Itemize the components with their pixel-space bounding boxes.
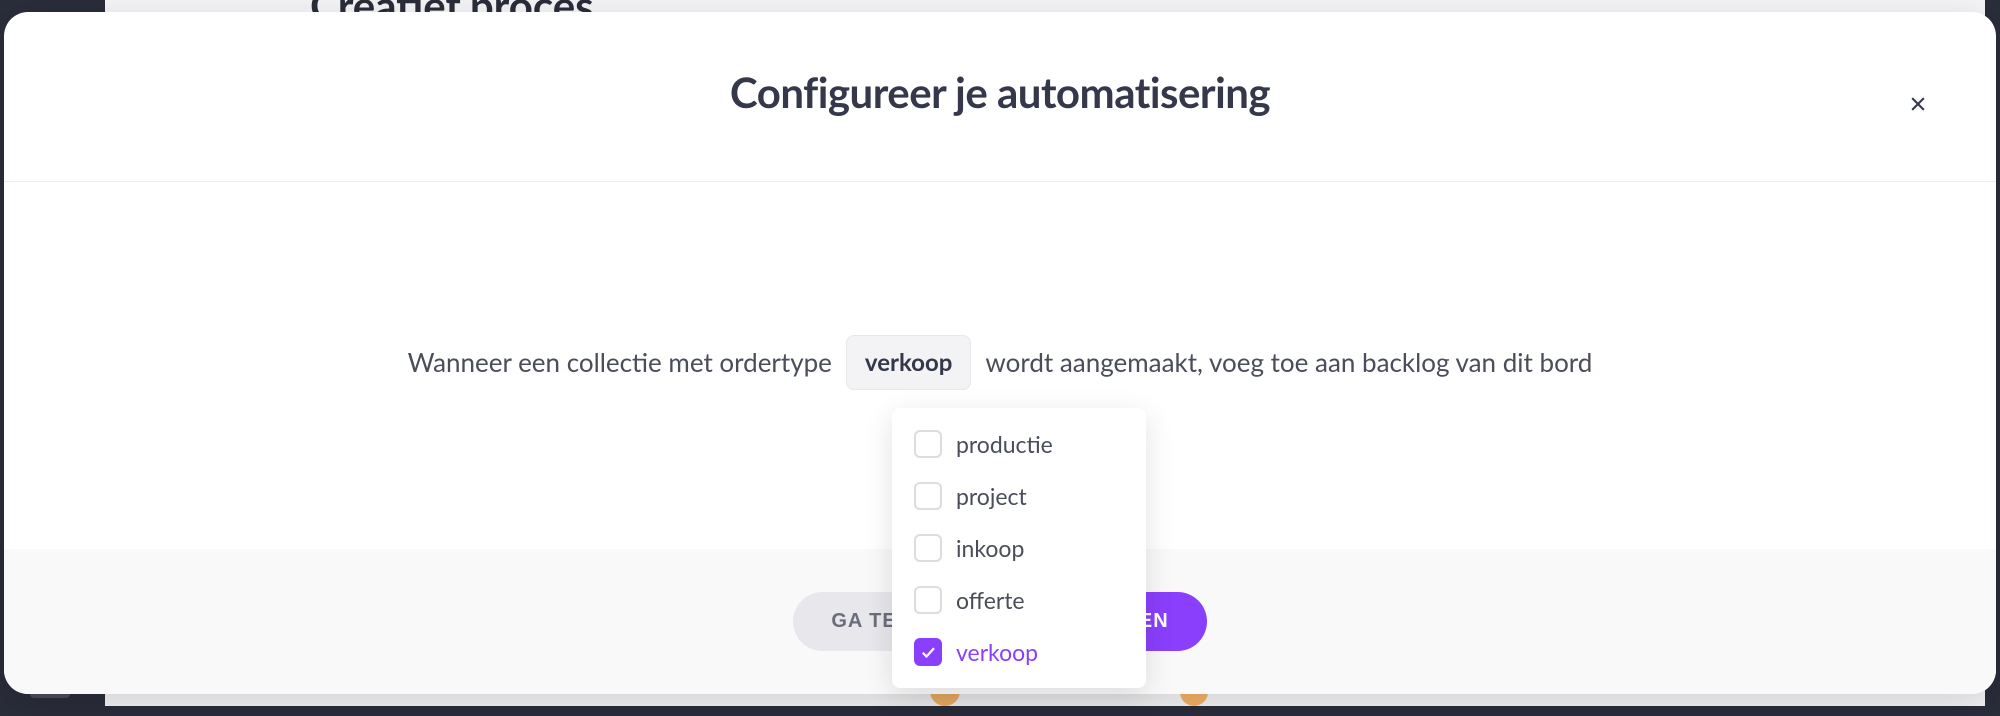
dropdown-option-inkoop[interactable]: inkoop	[892, 522, 1146, 574]
checkbox-unchecked	[914, 430, 942, 458]
option-label: project	[956, 482, 1027, 510]
close-icon	[1908, 94, 1928, 114]
close-button[interactable]	[1902, 88, 1934, 120]
ordertype-dropdown-trigger[interactable]: verkoop	[846, 335, 971, 390]
automation-sentence: Wanneer een collectie met ordertype verk…	[408, 335, 1593, 390]
dropdown-option-project[interactable]: project	[892, 470, 1146, 522]
automation-config-modal: Configureer je automatisering Wanneer ee…	[4, 12, 1996, 694]
checkbox-checked	[914, 638, 942, 666]
dropdown-option-verkoop[interactable]: verkoop	[892, 626, 1146, 678]
ordertype-dropdown-menu: productie project inkoop offerte verkoop	[892, 408, 1146, 688]
checkbox-unchecked	[914, 586, 942, 614]
checkbox-unchecked	[914, 482, 942, 510]
dropdown-option-offerte[interactable]: offerte	[892, 574, 1146, 626]
check-icon	[919, 643, 937, 661]
modal-header: Configureer je automatisering	[4, 12, 1996, 182]
checkbox-unchecked	[914, 534, 942, 562]
option-label: inkoop	[956, 534, 1024, 562]
sentence-suffix: wordt aangemaakt, voeg toe aan backlog v…	[985, 346, 1592, 378]
option-label: offerte	[956, 586, 1025, 614]
dropdown-option-productie[interactable]: productie	[892, 418, 1146, 470]
modal-title: Configureer je automatisering	[730, 67, 1270, 117]
option-label: verkoop	[956, 638, 1038, 666]
option-label: productie	[956, 430, 1053, 458]
sentence-prefix: Wanneer een collectie met ordertype	[408, 346, 832, 378]
